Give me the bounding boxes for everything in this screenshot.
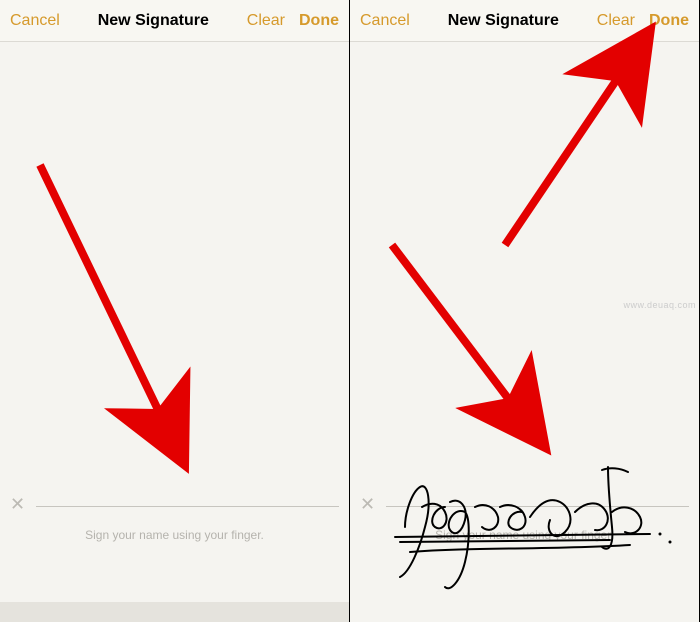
- cancel-button[interactable]: Cancel: [360, 12, 410, 30]
- watermark: www.deuaq.com: [623, 300, 696, 310]
- clear-button[interactable]: Clear: [597, 12, 635, 30]
- page-title: New Signature: [448, 12, 559, 30]
- done-button[interactable]: Done: [649, 12, 689, 30]
- signature-baseline: [386, 506, 689, 507]
- hint-text: Sign your name using your finger.: [0, 528, 349, 542]
- page-title: New Signature: [98, 12, 209, 30]
- header-bar: Cancel New Signature Clear Done: [350, 0, 699, 42]
- phone-screen-left: Cancel New Signature Clear Done ✕ Sign y…: [0, 0, 350, 622]
- clear-signature-icon[interactable]: ✕: [360, 494, 375, 515]
- signature-canvas[interactable]: ✕ Sign your name using your finger.: [350, 42, 699, 622]
- bottom-bar: [0, 602, 349, 622]
- done-button[interactable]: Done: [299, 12, 339, 30]
- hint-text: Sign your name using your finger.: [350, 528, 699, 542]
- clear-button[interactable]: Clear: [247, 12, 285, 30]
- phone-screen-right: Cancel New Signature Clear Done ✕ Sign y…: [350, 0, 700, 622]
- signature-baseline: [36, 506, 339, 507]
- header-bar: Cancel New Signature Clear Done: [0, 0, 349, 42]
- cancel-button[interactable]: Cancel: [10, 12, 60, 30]
- clear-signature-icon[interactable]: ✕: [10, 494, 25, 515]
- signature-canvas[interactable]: ✕ Sign your name using your finger.: [0, 42, 349, 622]
